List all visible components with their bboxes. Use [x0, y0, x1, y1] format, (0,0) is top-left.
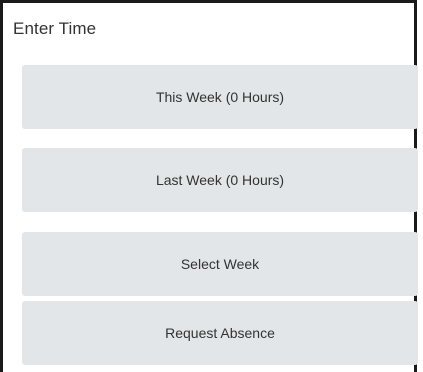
select-week-button-label: Select Week	[180, 256, 260, 272]
this-week-button[interactable]: This Week (0 Hours)	[22, 65, 418, 129]
this-week-button-label: This Week (0 Hours)	[155, 89, 285, 105]
last-week-button[interactable]: Last Week (0 Hours)	[22, 148, 418, 212]
enter-time-panel: Enter Time This Week (0 Hours) Last Week…	[0, 0, 418, 372]
panel-title: Enter Time	[13, 19, 97, 38]
last-week-button-label: Last Week (0 Hours)	[155, 172, 285, 188]
request-absence-button-label: Request Absence	[165, 325, 275, 341]
request-absence-button[interactable]: Request Absence	[22, 301, 418, 365]
select-week-button[interactable]: Select Week	[22, 232, 418, 296]
